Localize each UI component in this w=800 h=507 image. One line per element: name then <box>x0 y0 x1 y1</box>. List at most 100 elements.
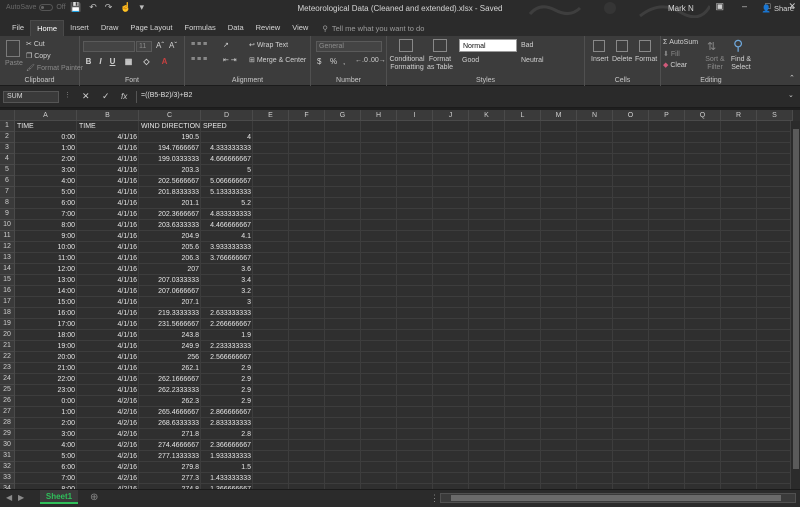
table-cell[interactable]: 4.1 <box>201 231 253 242</box>
fill-color-icon[interactable]: ◇ <box>142 57 151 66</box>
currency-icon[interactable]: $ <box>317 57 321 66</box>
table-cell[interactable]: 4/1/16 <box>77 132 139 143</box>
table-cell[interactable]: 3:00 <box>15 429 77 440</box>
table-cell[interactable]: 15:00 <box>15 297 77 308</box>
decrease-decimal-icon[interactable]: .00→ <box>369 57 386 64</box>
table-cell[interactable]: 21:00 <box>15 363 77 374</box>
table-cell[interactable]: 2.9 <box>201 385 253 396</box>
table-cell[interactable]: 3.766666667 <box>201 253 253 264</box>
font-color-icon[interactable]: A <box>160 57 169 66</box>
row-header[interactable]: 10 <box>0 220 15 231</box>
orientation-icon[interactable]: ↗ <box>223 41 229 49</box>
table-cell[interactable]: 4/1/16 <box>77 154 139 165</box>
table-cell[interactable]: 7:00 <box>15 473 77 484</box>
find-select-button[interactable]: Find & Select <box>729 56 753 72</box>
fill-button[interactable]: ⬇ Fill <box>663 50 680 58</box>
table-cell[interactable]: 4/1/16 <box>77 297 139 308</box>
table-cell[interactable]: 265.4666667 <box>139 407 201 418</box>
table-cell[interactable]: 5.2 <box>201 198 253 209</box>
tab-home[interactable]: Home <box>30 20 65 36</box>
column-header[interactable]: O <box>613 110 649 121</box>
table-cell[interactable]: 2.9 <box>201 374 253 385</box>
column-header[interactable]: I <box>397 110 433 121</box>
table-cell[interactable]: 3:00 <box>15 165 77 176</box>
row-header[interactable]: 22 <box>0 352 15 363</box>
table-cell[interactable]: 201.1 <box>139 198 201 209</box>
sheet-tab[interactable]: Sheet1 <box>40 490 78 504</box>
column-header[interactable]: P <box>649 110 685 121</box>
table-cell[interactable]: 4/1/16 <box>77 275 139 286</box>
save-icon[interactable]: 💾 <box>70 2 81 13</box>
table-cell[interactable]: 1.9 <box>201 330 253 341</box>
table-cell[interactable]: 5 <box>201 165 253 176</box>
share-button[interactable]: 👤 Share <box>762 4 794 13</box>
align-top-icons[interactable]: ≡ ≡ ≡ <box>191 41 207 48</box>
sort-filter-button[interactable]: Sort & Filter <box>705 56 725 72</box>
row-header[interactable]: 12 <box>0 242 15 253</box>
table-cell[interactable]: 2:00 <box>15 154 77 165</box>
minimize-icon[interactable]: – <box>742 1 747 12</box>
enter-formula-icon[interactable]: ✓ <box>102 91 110 102</box>
column-header[interactable]: L <box>505 110 541 121</box>
insert-function-icon[interactable]: fx <box>121 92 127 101</box>
table-cell[interactable]: 1:00 <box>15 143 77 154</box>
table-cell[interactable]: 5.133333333 <box>201 187 253 198</box>
table-cell[interactable]: 249.9 <box>139 341 201 352</box>
formula-input[interactable]: =((B5-B2)/3)+B2 <box>136 91 796 103</box>
header-cell[interactable]: TIME <box>15 121 77 132</box>
font-size-input[interactable]: 11 <box>136 41 152 52</box>
column-header[interactable]: C <box>139 110 201 121</box>
format-as-table-icon[interactable] <box>433 39 447 52</box>
row-header[interactable]: 4 <box>0 154 15 165</box>
column-header[interactable]: B <box>77 110 139 121</box>
row-header[interactable]: 26 <box>0 396 15 407</box>
underline-icon[interactable]: U <box>108 57 117 66</box>
autosave-switch[interactable] <box>39 4 54 11</box>
table-cell[interactable]: 271.8 <box>139 429 201 440</box>
style-good[interactable]: Good <box>459 54 517 67</box>
table-cell[interactable]: 6:00 <box>15 462 77 473</box>
table-cell[interactable]: 0:00 <box>15 132 77 143</box>
autosum-button[interactable]: Σ AutoSum <box>663 39 698 46</box>
table-cell[interactable]: 4/2/16 <box>77 473 139 484</box>
table-cell[interactable]: 4.666666667 <box>201 154 253 165</box>
header-cell[interactable]: WIND DIRECTION <box>139 121 201 132</box>
table-cell[interactable]: 4/1/16 <box>77 319 139 330</box>
table-cell[interactable]: 4/2/16 <box>77 407 139 418</box>
table-cell[interactable]: 2.8 <box>201 429 253 440</box>
font-name-input[interactable] <box>83 41 135 52</box>
table-cell[interactable]: 4/1/16 <box>77 341 139 352</box>
table-cell[interactable]: 3 <box>201 297 253 308</box>
table-cell[interactable]: 4/1/16 <box>77 374 139 385</box>
table-cell[interactable]: 4:00 <box>15 440 77 451</box>
table-cell[interactable]: 207.0666667 <box>139 286 201 297</box>
style-neutral[interactable]: Neutral <box>518 54 576 67</box>
table-cell[interactable]: 4/1/16 <box>77 198 139 209</box>
table-cell[interactable]: 4/1/16 <box>77 253 139 264</box>
table-cell[interactable]: 243.8 <box>139 330 201 341</box>
select-all-corner[interactable] <box>0 110 15 121</box>
column-header[interactable]: E <box>253 110 289 121</box>
row-header[interactable]: 14 <box>0 264 15 275</box>
column-header[interactable]: J <box>433 110 469 121</box>
tab-data[interactable]: Data <box>222 20 250 36</box>
table-cell[interactable]: 4.833333333 <box>201 209 253 220</box>
table-cell[interactable]: 1.5 <box>201 462 253 473</box>
table-cell[interactable]: 2:00 <box>15 418 77 429</box>
table-cell[interactable]: 2.833333333 <box>201 418 253 429</box>
table-cell[interactable]: 201.8333333 <box>139 187 201 198</box>
column-header[interactable]: K <box>469 110 505 121</box>
table-cell[interactable]: 6:00 <box>15 198 77 209</box>
table-cell[interactable]: 4/1/16 <box>77 220 139 231</box>
format-cells-button[interactable]: Format <box>635 56 657 63</box>
row-header[interactable]: 6 <box>0 176 15 187</box>
table-cell[interactable]: 262.2333333 <box>139 385 201 396</box>
table-cell[interactable]: 277.1333333 <box>139 451 201 462</box>
italic-icon[interactable]: I <box>96 57 105 66</box>
row-header[interactable]: 32 <box>0 462 15 473</box>
undo-icon[interactable]: ↶ <box>89 2 97 13</box>
align-left-icons[interactable]: ≡ ≡ ≡ <box>191 56 207 63</box>
customize-qat-icon[interactable]: ▾ <box>140 2 145 13</box>
row-header[interactable]: 19 <box>0 319 15 330</box>
table-cell[interactable]: 204.9 <box>139 231 201 242</box>
